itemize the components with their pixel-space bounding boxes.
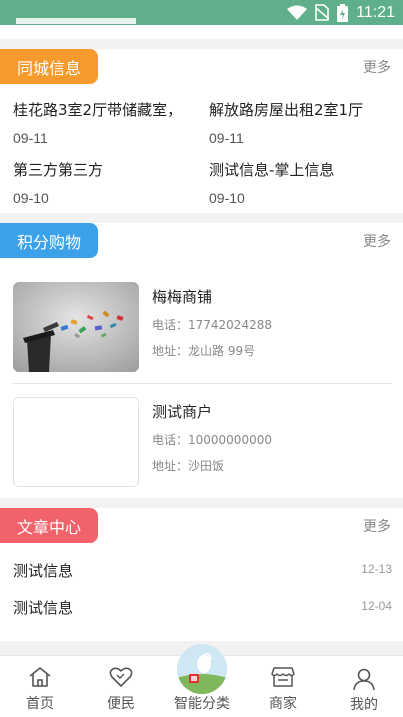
shop-image [13,282,139,372]
city-info-item[interactable]: 桂花路3室2厅带储藏室， 09-11 [13,99,182,146]
tab-label: 首页 [26,696,54,712]
tab-label: 便民 [107,696,135,712]
bottom-tab-bar: 首页 便民 智能分类 商家 我的 [0,644,403,717]
shop-address: 地址：沙田饭 [152,459,225,473]
articles-tag: 文章中心 [0,508,98,543]
shop-card[interactable]: 梅梅商铺 电话：17742024288 地址：龙山路 99号 [13,282,392,372]
points-shop-more-link[interactable]: 更多 [363,231,391,251]
header-remnant [16,18,136,24]
tab-smart-sort[interactable]: 智能分类 [162,644,242,717]
points-shop-section: 积分购物 更多 梅梅商铺 电话：17742024288 地址：龙山路 99号 测… [0,223,403,498]
city-info-item[interactable]: 解放路房屋出租2室1厅 09-11 [209,99,363,146]
articles-more-link[interactable]: 更多 [363,516,391,536]
top-banner-edge [0,25,403,39]
city-info-item-title: 第三方第三方 [13,161,104,179]
tab-merchants[interactable]: 商家 [243,656,323,717]
trash-bin-illustration [13,282,139,372]
tab-services[interactable]: 便民 [81,656,161,717]
article-title: 测试信息 [13,599,74,617]
city-info-item[interactable]: 第三方第三方 09-10 [13,159,103,206]
article-row[interactable]: 测试信息 12-13 [13,560,392,580]
city-info-item-title: 测试信息-掌上信息 [209,161,335,179]
shop-image-placeholder [13,397,139,487]
tab-label: 商家 [269,696,297,712]
article-date: 12-13 [361,562,392,576]
article-date: 12-04 [361,599,392,613]
city-info-item-date: 09-11 [13,130,48,146]
shop-address: 地址：龙山路 99号 [152,344,256,358]
city-info-item-date: 09-11 [209,130,244,146]
tab-home[interactable]: 首页 [0,656,80,717]
tab-label: 我的 [350,697,378,713]
city-info-item-date: 09-10 [13,190,49,206]
article-title: 测试信息 [13,562,74,580]
city-info-section: 同城信息 更多 桂花路3室2厅带储藏室， 09-11 解放路房屋出租2室1厅 0… [0,49,403,213]
city-info-item-date: 09-10 [209,190,245,206]
city-info-item-title: 解放路房屋出租2室1厅 [209,101,364,119]
city-info-tag: 同城信息 [0,49,98,84]
shop-phone: 电话：17742024288 [152,318,272,332]
wifi-icon [287,5,308,20]
battery-icon [337,3,349,22]
city-info-more-link[interactable]: 更多 [363,57,391,77]
shop-card[interactable]: 测试商户 电话：10000000000 地址：沙田饭 [13,397,392,487]
shop-phone: 电话：10000000000 [152,433,272,447]
tab-me[interactable]: 我的 [324,656,403,717]
shop-name: 梅梅商铺 [152,288,213,306]
shop-name: 测试商户 [152,403,213,421]
home-icon [29,667,51,687]
status-icons: 11:21 [287,2,395,23]
no-sim-icon [315,4,330,21]
articles-section: 文章中心 更多 测试信息 12-13 测试信息 12-04 [0,508,403,641]
shop-divider [13,383,392,384]
heart-icon [109,667,133,687]
article-row[interactable]: 测试信息 12-04 [13,597,392,617]
user-icon [353,668,375,691]
status-bar: 11:21 [0,0,403,25]
city-info-item-title: 桂花路3室2厅带储藏室， [13,101,183,119]
points-shop-tag: 积分购物 [0,223,98,258]
tab-label: 智能分类 [174,696,230,712]
sort-logo-icon [177,644,227,694]
clock: 11:21 [356,3,395,21]
shop-icon [271,667,295,687]
city-info-item[interactable]: 测试信息-掌上信息 09-10 [209,159,334,206]
